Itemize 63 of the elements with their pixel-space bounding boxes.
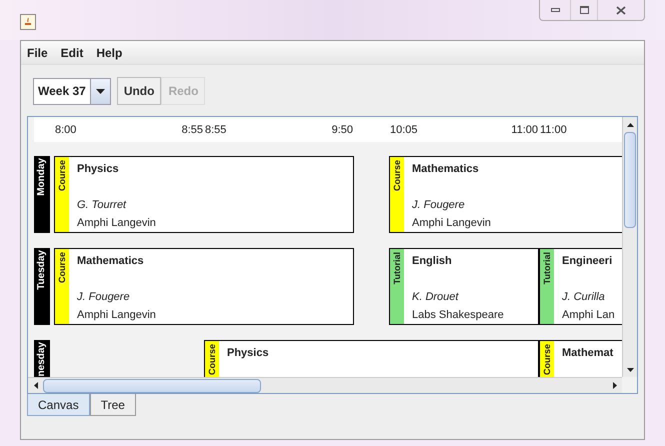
event-room: Amphi Langevin	[77, 308, 156, 323]
event-teacher: K. Drouet	[412, 290, 460, 305]
event-type: Course	[542, 344, 552, 376]
maximize-button[interactable]	[570, 0, 598, 20]
menu-item[interactable]: Edit	[60, 44, 84, 62]
menu-item[interactable]: File	[27, 44, 48, 62]
up-arrow-icon	[626, 122, 634, 126]
event-type: Course	[58, 252, 66, 284]
event-title: Mathematics	[412, 162, 480, 177]
event-room: Amphi Langevin	[412, 216, 491, 231]
time-label: 11:00	[540, 123, 567, 138]
event-teacher: G. Tourret	[77, 198, 128, 213]
event-block[interactable]: Course Mathematics J. Fougere Amphi Langevin	[389, 156, 622, 233]
down-arrow-icon	[626, 368, 634, 372]
event-type: Tutorial	[392, 252, 402, 284]
close-icon	[616, 6, 626, 14]
event-type: Course	[58, 160, 66, 192]
event-type: Course	[392, 160, 402, 192]
toolbar-button[interactable]: Undo	[116, 77, 162, 105]
event-room: Amphi Langevin	[77, 216, 156, 231]
scroll-thumb[interactable]	[43, 378, 261, 392]
caret-icon	[96, 88, 105, 94]
event-title: Mathematics	[77, 254, 145, 269]
event-title: Mathemat	[562, 346, 614, 361]
minimize-icon	[550, 8, 560, 12]
event-room: Amphi Lan	[562, 308, 615, 323]
day-label: Monday	[34, 156, 50, 233]
event-title: Engineeri	[562, 254, 614, 269]
event-room: Labs Shakespeare	[412, 308, 504, 323]
horizontal-scrollbar[interactable]	[28, 377, 622, 393]
app-icon	[20, 14, 36, 30]
day-label: Tuesday	[34, 248, 50, 325]
event-block[interactable]: Course Mathematics J. Fougere Amphi Langevin	[54, 248, 354, 325]
left-arrow-icon	[34, 382, 38, 389]
event-teacher: J. Fougere	[77, 290, 131, 305]
event-teacher: J. Curilla	[562, 290, 606, 305]
event-type: Tutorial	[542, 252, 552, 284]
event-block[interactable]: Course Mathemat	[539, 340, 622, 377]
scroll-thumb[interactable]	[624, 132, 636, 228]
week-value: Week 37	[37, 83, 87, 100]
time-label: 9:50	[332, 123, 353, 138]
tab[interactable]: Canvas	[27, 394, 90, 416]
event-title: Physics	[227, 346, 269, 361]
day-label: nesday	[34, 340, 50, 377]
time-label: 10:05	[390, 123, 418, 138]
event-title: Physics	[77, 162, 120, 177]
week-dropdown[interactable]: Week 37	[33, 78, 111, 104]
event-title: English	[412, 254, 453, 269]
event-teacher: J. Fougere	[412, 198, 466, 213]
event-type: Course	[208, 344, 216, 376]
maximize-icon	[580, 6, 588, 14]
event-block[interactable]: Tutorial English K. Drouet Labs Shakespeare	[389, 248, 539, 325]
tab[interactable]: Tree	[90, 394, 136, 416]
time-label: 8:55	[182, 123, 203, 138]
time-label: 8:00	[55, 123, 76, 138]
event-block[interactable]: Course Physics G. Tourret Amphi Langevin	[54, 156, 354, 233]
event-block[interactable]: Course Physics	[204, 340, 539, 377]
vertical-scrollbar[interactable]	[622, 117, 637, 377]
menu-item[interactable]: Help	[96, 44, 122, 62]
event-block[interactable]: Tutorial Engineeri J. Curilla Amphi Lan	[539, 248, 622, 325]
time-label: 8:55	[205, 123, 226, 138]
time-label: 11:00	[511, 123, 538, 138]
right-arrow-icon	[612, 382, 616, 389]
